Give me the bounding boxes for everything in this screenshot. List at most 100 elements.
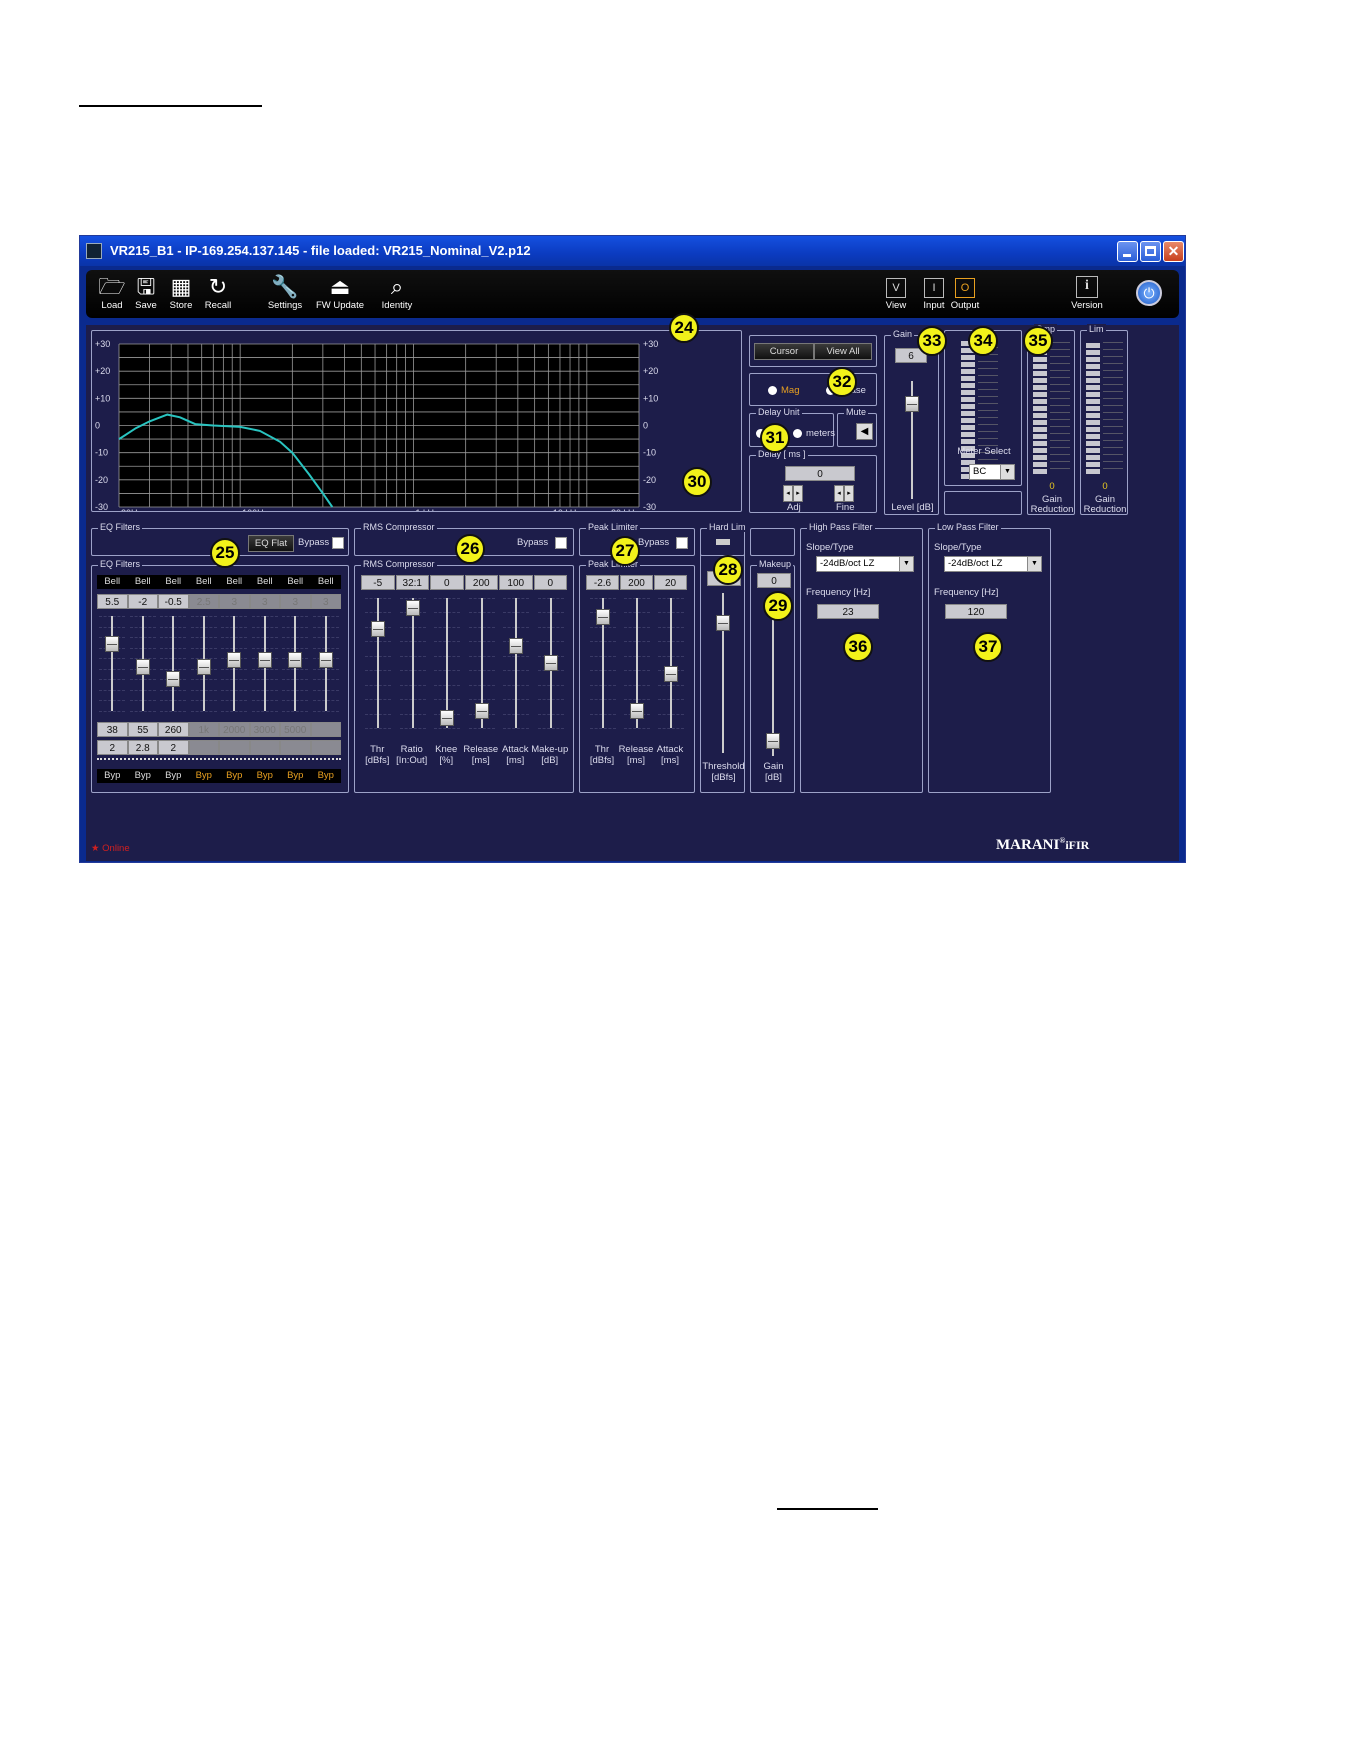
eq-band-frequency[interactable] [310, 722, 341, 737]
eq-band-slider-thumb[interactable] [257, 651, 272, 668]
power-icon[interactable]: ⏻ [1136, 280, 1162, 306]
eq-band-slider-thumb[interactable] [288, 651, 302, 668]
peak-param-value[interactable]: 200 [620, 575, 653, 590]
delay-fine-up[interactable]: ▸ [844, 485, 854, 502]
eq-band-bypass[interactable]: Byp [219, 769, 250, 783]
eq-band-type[interactable]: Bell [127, 575, 158, 589]
close-icon[interactable]: ✕ [1163, 241, 1184, 262]
peak-param-slider-thumb[interactable] [664, 666, 678, 683]
eq-band-slider-thumb[interactable] [166, 671, 180, 688]
eq-band-bypass[interactable]: Byp [158, 769, 189, 783]
rms-param-value[interactable]: 0 [430, 575, 464, 590]
peak-param-slider-thumb[interactable] [630, 702, 644, 719]
eq-band-q[interactable] [310, 740, 341, 755]
rms-param-value[interactable]: 100 [499, 575, 533, 590]
view-all-button[interactable]: View All [814, 343, 872, 360]
peak-param-slider-thumb[interactable] [596, 609, 610, 626]
eq-band-gain[interactable]: 3 [219, 594, 250, 609]
eq-band-frequency[interactable]: 5000 [280, 722, 311, 737]
rms-param-slider-thumb[interactable] [509, 637, 523, 654]
rms-param-value[interactable]: 200 [464, 575, 498, 590]
eq-band-bypass[interactable]: Byp [188, 769, 219, 783]
eq-band-type[interactable]: Bell [280, 575, 311, 589]
rms-param-slider-thumb[interactable] [405, 600, 420, 617]
input-button[interactable]: I Input [921, 278, 947, 311]
eq-band-bypass[interactable]: Byp [310, 769, 341, 783]
hard-lim-thumb[interactable] [716, 614, 730, 631]
eq-band-gain[interactable]: 3 [310, 594, 341, 609]
fw-update-button[interactable]: ⏏ FW Update [312, 274, 368, 311]
rms-param-value[interactable]: 0 [533, 575, 567, 590]
eq-band-q[interactable] [249, 740, 280, 755]
rms-param-slider-thumb[interactable] [474, 702, 489, 719]
hpf-frequency-value[interactable]: 23 [817, 604, 879, 619]
settings-button[interactable]: 🔧 Settings [266, 274, 304, 311]
eq-band-gain[interactable]: -2 [127, 594, 158, 609]
eq-band-frequency[interactable]: 260 [158, 722, 189, 737]
eq-band-type[interactable]: Bell [310, 575, 341, 589]
peak-param-value[interactable]: -2.6 [586, 575, 619, 590]
view-button[interactable]: V View [883, 278, 909, 311]
speaker-mute-icon[interactable]: ◀ [856, 423, 873, 440]
eq-band-type[interactable]: Bell [219, 575, 250, 589]
delay-fine-down[interactable]: ◂ [834, 485, 844, 502]
eq-band-bypass[interactable]: Byp [97, 769, 128, 783]
eq-band-type[interactable]: Bell [158, 575, 189, 589]
eq-band-frequency[interactable]: 3000 [249, 722, 280, 737]
minimize-icon[interactable] [1117, 241, 1138, 262]
delay-adj-up[interactable]: ▸ [793, 485, 803, 502]
gain-slider-thumb[interactable] [905, 396, 919, 412]
rms-param-value[interactable]: -5 [361, 575, 395, 590]
eq-band-bypass[interactable]: Byp [280, 769, 311, 783]
eq-band-q[interactable] [280, 740, 311, 755]
store-button[interactable]: ▦ Store [166, 274, 196, 311]
eq-band-slider-thumb[interactable] [196, 659, 211, 676]
delay-value[interactable]: 0 [785, 466, 855, 481]
recall-button[interactable]: ↻ Recall [202, 274, 234, 311]
eq-flat-button[interactable]: EQ Flat [248, 535, 294, 552]
maximize-icon[interactable] [1140, 241, 1161, 262]
eq-band-gain[interactable]: 3 [280, 594, 311, 609]
eq-band-type[interactable]: Bell [249, 575, 280, 589]
peak-bypass-checkbox[interactable] [676, 537, 688, 549]
eq-band-type[interactable]: Bell [97, 575, 128, 589]
eq-band-gain[interactable]: 2.5 [188, 594, 219, 609]
eq-band-slider-thumb[interactable] [135, 659, 150, 676]
lpf-slope-dropdown[interactable]: -24dB/oct LZ ▼ [944, 556, 1042, 572]
delay-adj-down[interactable]: ◂ [783, 485, 793, 502]
identity-button[interactable]: ⌕ Identity [378, 274, 416, 311]
eq-band-q[interactable] [219, 740, 250, 755]
eq-bypass-checkbox[interactable] [332, 537, 344, 549]
eq-band-frequency[interactable]: 38 [97, 722, 128, 737]
eq-band-slider-thumb[interactable] [105, 635, 119, 652]
meters-radio[interactable]: meters [793, 428, 835, 439]
eq-band-q[interactable]: 2 [158, 740, 189, 755]
eq-band-slider-thumb[interactable] [227, 651, 241, 668]
eq-band-gain[interactable]: 3 [249, 594, 280, 609]
eq-band-gain[interactable]: -0.5 [158, 594, 189, 609]
eq-band-bypass[interactable]: Byp [249, 769, 280, 783]
eq-band-q[interactable] [188, 740, 219, 755]
eq-band-gain[interactable]: 5.5 [97, 594, 128, 609]
eq-band-frequency[interactable]: 55 [127, 722, 158, 737]
eq-band-frequency[interactable]: 1k [188, 722, 219, 737]
eq-band-q[interactable]: 2.8 [127, 740, 158, 755]
lpf-frequency-value[interactable]: 120 [945, 604, 1007, 619]
rms-param-slider-thumb[interactable] [371, 620, 385, 637]
rms-bypass-checkbox[interactable] [555, 537, 567, 549]
hpf-slope-dropdown[interactable]: -24dB/oct LZ ▼ [816, 556, 914, 572]
rms-param-slider-thumb[interactable] [440, 709, 454, 726]
makeup-thumb[interactable] [766, 732, 780, 749]
eq-band-slider-thumb[interactable] [318, 651, 333, 668]
load-button[interactable]: 🗁 Load [98, 274, 126, 311]
eq-band-type[interactable]: Bell [188, 575, 219, 589]
makeup-value[interactable]: 0 [757, 573, 791, 588]
version-button[interactable]: i Version [1069, 276, 1105, 311]
eq-band-q[interactable]: 2 [97, 740, 128, 755]
eq-band-bypass[interactable]: Byp [127, 769, 158, 783]
output-button[interactable]: O Output [949, 278, 981, 311]
title-bar[interactable]: VR215_B1 - IP-169.254.137.145 - file loa… [80, 236, 1185, 266]
rms-param-value[interactable]: 32:1 [395, 575, 429, 590]
peak-param-value[interactable]: 20 [654, 575, 687, 590]
mag-radio[interactable]: Mag [768, 385, 799, 396]
